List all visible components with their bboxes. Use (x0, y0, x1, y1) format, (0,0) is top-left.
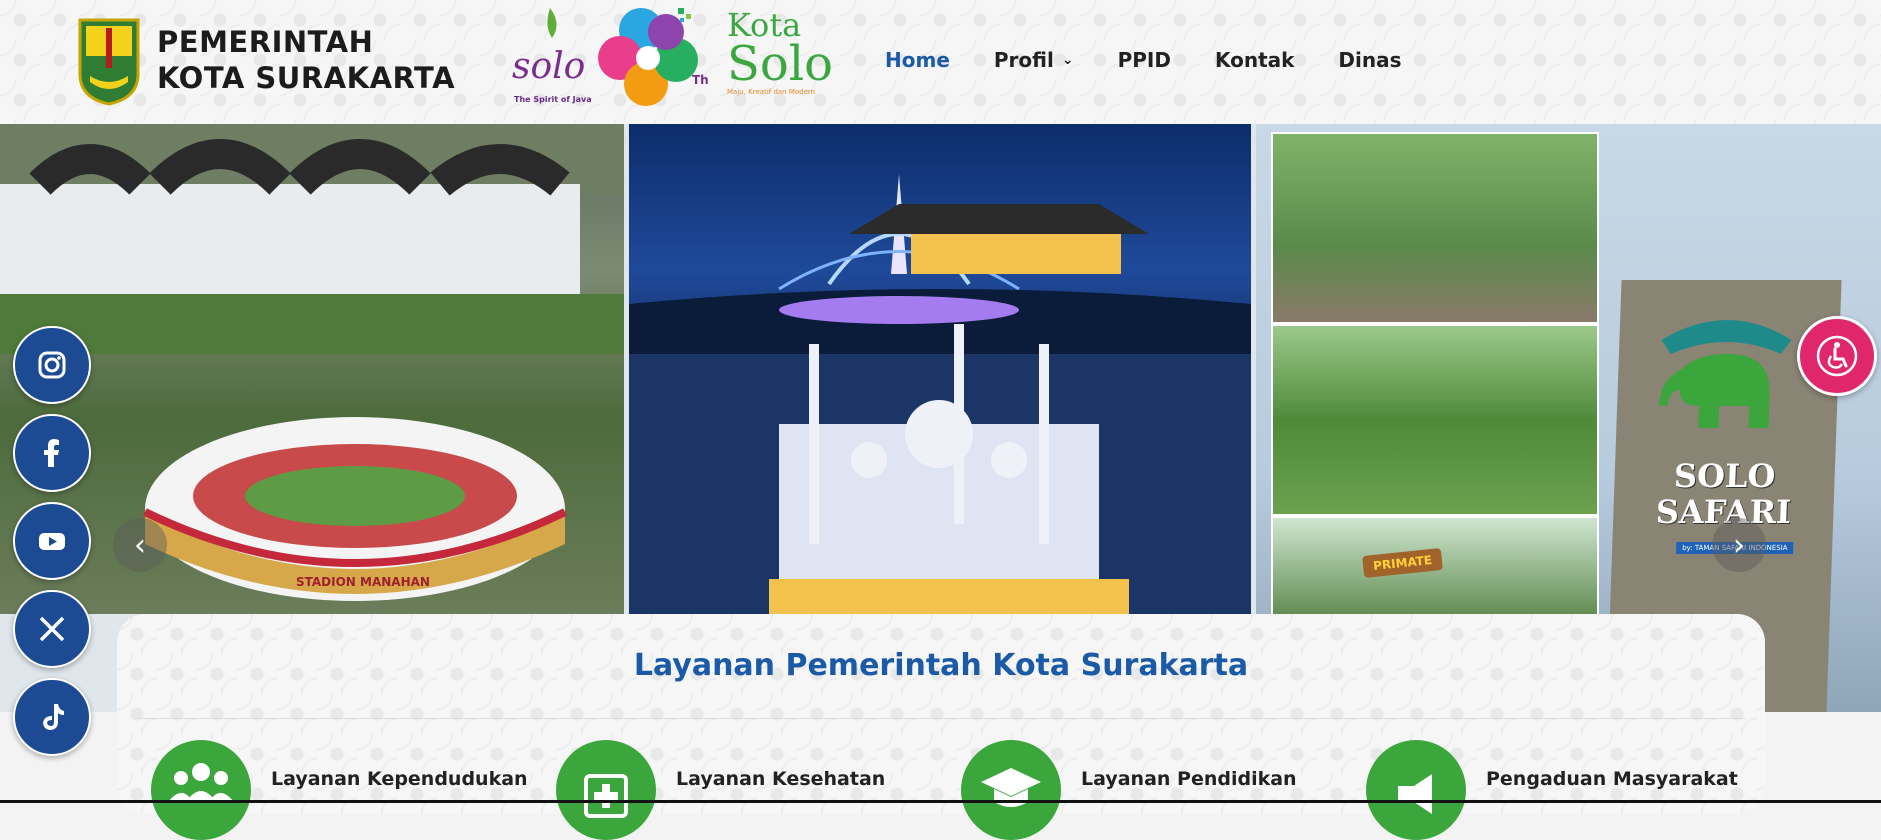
service-label: Pengaduan Masyarakat (1486, 768, 1738, 790)
facebook-button[interactable] (13, 414, 91, 492)
main-nav: Home Profil ⌄ PPID Kontak Dinas (885, 48, 1446, 72)
x-button[interactable] (13, 590, 91, 668)
service-kesehatan[interactable]: Layanan Kesehatan (556, 740, 885, 840)
safari-photo-restaurant (1271, 132, 1599, 324)
hero-slide-mosque (629, 124, 1251, 614)
nav-kontak-label: Kontak (1214, 48, 1295, 72)
service-pendidikan[interactable]: Layanan Pendidikan (961, 740, 1297, 840)
service-label: Layanan Kesehatan (676, 768, 886, 790)
nav-profil-label: Profil (993, 48, 1054, 72)
graduation-cap-icon (961, 740, 1061, 840)
solo-word: Solo (727, 36, 834, 92)
medical-kit-icon (556, 740, 656, 840)
nav-ppid-label: PPID (1117, 48, 1171, 72)
services-divider (137, 718, 1745, 719)
safari-sign-text: SOLO SAFARI (1613, 457, 1836, 531)
safari-photo-primate: PRIMATE (1271, 516, 1599, 620)
x-icon (39, 616, 65, 642)
stadium-sign: STADION MANAHAN (296, 575, 430, 589)
nav-home-label: Home (885, 48, 950, 72)
brand-line-1: PEMERINTAH (157, 25, 374, 59)
solo-spirit-of-java-logo: solo The Spirit of Java (510, 4, 592, 106)
service-pengaduan[interactable]: Pengaduan Masyarakat (1366, 740, 1738, 840)
safari-sign-line-1: SOLO (1673, 457, 1777, 495)
nav-kontak[interactable]: Kontak (1215, 48, 1294, 72)
nav-dinas-label: Dinas (1338, 48, 1402, 72)
services-title: Layanan Pemerintah Kota Surakarta (633, 648, 1249, 683)
facebook-icon (44, 439, 59, 467)
youtube-icon (39, 533, 65, 550)
elephant-logo (1659, 320, 1792, 428)
site-header: PEMERINTAH KOTA SURAKARTA solo The Spiri… (0, 0, 1881, 124)
surakarta-crest-logo[interactable] (76, 16, 142, 106)
nav-dinas[interactable]: Dinas (1338, 48, 1401, 72)
tiktok-icon (43, 704, 64, 730)
service-label: Layanan Kependudukan (271, 768, 528, 790)
anniversary-flower-logo: Th (598, 8, 709, 106)
tiktok-button[interactable] (13, 678, 91, 756)
chevron-down-icon: ⌄ (1061, 52, 1074, 68)
chevron-left-icon: ‹ (134, 527, 146, 563)
mosque-illustration (629, 174, 1251, 614)
carousel-prev-button[interactable]: ‹ (113, 518, 167, 572)
accessibility-button[interactable] (1797, 316, 1877, 396)
svg-text:solo: solo (512, 46, 585, 87)
chevron-right-icon: › (1733, 527, 1745, 563)
solo-tagline: The Spirit of Java (514, 95, 592, 104)
carousel-next-button[interactable]: › (1712, 518, 1766, 572)
kota-solo-wordmark: Kota Solo Maju, Kreatif dan Modern (727, 9, 834, 96)
service-label: Layanan Pendidikan (1081, 768, 1297, 790)
services-panel: Layanan Pemerintah Kota Surakarta Layana… (117, 614, 1765, 840)
service-kependudukan[interactable]: Layanan Kependudukan (151, 740, 528, 840)
safari-photo-deer (1271, 324, 1599, 516)
youtube-button[interactable] (13, 502, 91, 580)
wheelchair-icon (1816, 335, 1858, 377)
anniversary-suffix: Th (692, 73, 709, 87)
nav-ppid[interactable]: PPID (1118, 48, 1171, 72)
site-brand[interactable]: PEMERINTAH KOTA SURAKARTA (157, 24, 455, 96)
people-icon (151, 740, 251, 840)
megaphone-icon (1366, 740, 1466, 840)
nav-profil[interactable]: Profil ⌄ (994, 48, 1074, 72)
primate-sign: PRIMATE (1362, 547, 1444, 579)
instagram-button[interactable] (13, 326, 91, 404)
instagram-icon (38, 351, 66, 379)
brand-line-2: KOTA SURAKARTA (157, 61, 456, 95)
solo-script-mark: solo (512, 8, 585, 87)
stadium-illustration: STADION MANAHAN (0, 124, 624, 601)
nav-home[interactable]: Home (885, 48, 950, 72)
hero-slide-stadium: STADION MANAHAN (0, 124, 624, 614)
